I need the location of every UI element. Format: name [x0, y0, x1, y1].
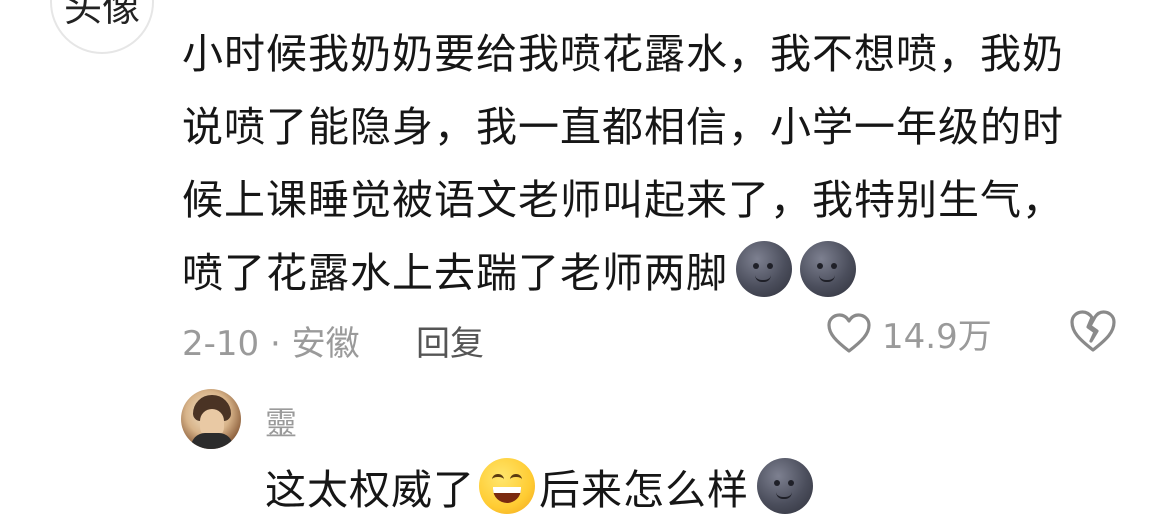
reply-text-part1: 这太权威了 [265, 466, 475, 514]
grinning-squinting-emoji-icon [479, 458, 535, 514]
dislike-button[interactable] [1068, 308, 1118, 358]
comment-line: 候上课睡觉被语文老师叫起来了，我特别生气， [182, 176, 1064, 224]
like-button[interactable]: 14.9万 [826, 308, 992, 358]
reply-button[interactable]: 回复 [416, 316, 484, 365]
reply-text-part2: 后来怎么样 [539, 466, 749, 514]
comment-date-location: 2-10 · 安徽 [182, 324, 360, 364]
like-count: 14.9万 [882, 316, 992, 357]
comment-body: 小时候我奶奶要给我喷花露水，我不想喷，我奶 说喷了能隐身，我一直都相信，小学一年… [182, 18, 1142, 310]
heart-outline-icon [827, 313, 871, 353]
comment-line-last: 喷了花露水上去踹了老师两脚 [182, 237, 1142, 310]
reply-body: 这太权威了 后来怎么样 [265, 458, 813, 518]
comment-line: 说喷了能隐身，我一直都相信，小学一年级的时 [182, 103, 1064, 151]
comment-line-text: 喷了花露水上去踹了老师两脚 [182, 249, 728, 297]
reply-username[interactable]: 靈 [265, 398, 297, 444]
moon-face-emoji-icon [757, 458, 813, 514]
moon-face-emoji-icon [736, 241, 792, 297]
comment-line: 小时候我奶奶要给我喷花露水，我不想喷，我奶 [182, 30, 1064, 78]
reply-user-avatar[interactable] [181, 389, 241, 449]
avatar-label: 头像 [63, 0, 140, 30]
comment-meta-row: 2-10 · 安徽 回复 14.9万 [182, 308, 1142, 364]
moon-face-emoji-icon [800, 241, 856, 297]
broken-heart-icon [1070, 310, 1116, 352]
top-commenter-avatar[interactable]: 头像 [50, 0, 154, 54]
